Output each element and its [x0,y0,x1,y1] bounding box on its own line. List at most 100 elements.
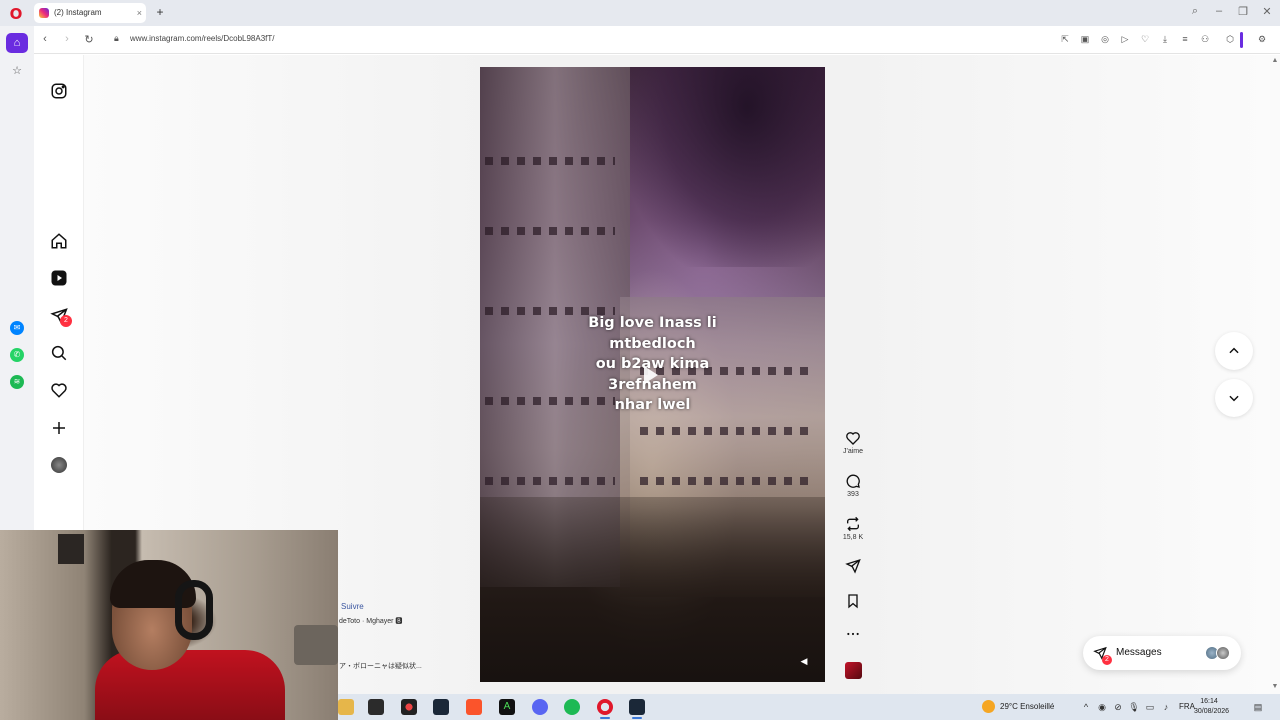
easy-setup-icon[interactable]: ⚙ [1256,33,1268,45]
save-action[interactable] [838,593,868,609]
scroll-up-icon[interactable]: ▲ [1270,57,1280,64]
play-icon[interactable] [644,366,658,384]
like-label: J'aime [842,448,863,455]
scrollbar[interactable]: ▲ ▼ [1270,55,1280,694]
create-nav-icon[interactable] [50,419,68,437]
video-windows [640,477,810,485]
lock-icon[interactable]: 🔒︎ [114,33,119,44]
notifications-icon[interactable]: ▤ [1252,701,1264,713]
reload-button[interactable]: ↻ [82,33,96,46]
video-windows [485,227,615,235]
profile-icon[interactable]: ⚇ [1199,33,1211,45]
address-bar: ‹ › ↻ 🔒︎ www.instagram.com/reels/DcobL98… [34,26,1280,54]
repost-action[interactable]: 15,8 K [838,516,868,541]
heart-icon[interactable]: ♡ [1139,33,1151,45]
home-nav-icon[interactable] [50,232,68,250]
back-button[interactable]: ‹ [38,33,52,45]
share-action[interactable] [838,558,868,574]
sidebar-toggle-indicator [1240,32,1243,48]
volume-icon[interactable]: ♪ [1160,701,1172,713]
video-windows [485,477,615,485]
new-tab-button[interactable]: + [153,5,167,19]
calculator-icon[interactable] [368,699,384,715]
microphone-icon[interactable]: 🎙︎ [1128,701,1140,713]
opera-logo-icon[interactable]: O [8,6,24,22]
menu-icon[interactable]: ≡ [1179,33,1191,45]
next-reel-button[interactable] [1215,379,1253,417]
app-a-icon[interactable]: A [499,699,515,715]
clock[interactable]: 16:14 30/08/2026 [1194,697,1230,717]
obs-icon[interactable] [401,699,417,715]
reel-video[interactable]: Big love Inass li mtbedloch ou b2aw kima… [480,67,825,682]
instagram-favicon-icon [39,8,49,18]
reel-caption: Big love Inass li mtbedloch ou b2aw kima… [588,315,717,413]
repost-icon [847,516,859,532]
language-indicator[interactable]: FRA [1179,702,1195,711]
steam-running-icon[interactable] [629,699,645,715]
video-windows [485,157,615,165]
author-text: deToto · Mghayer 🅱 [339,618,403,625]
webcam-background-object [294,625,338,665]
screen: O (2) Instagram × + ⌕ – ❐ ✕ ‹ › ↻ 🔒︎ www… [0,0,1280,720]
home-icon[interactable]: ⌂ [6,33,28,53]
tab-instagram[interactable]: (2) Instagram × [34,3,146,23]
close-window-icon[interactable]: ✕ [1257,5,1277,18]
download-icon[interactable]: ⤓ [1159,33,1171,45]
tray-chevron-icon[interactable]: ^ [1080,701,1092,713]
camera-icon[interactable]: ▣ [1079,33,1091,45]
star-icon[interactable]: ☆ [10,64,24,78]
restore-icon[interactable]: ❐ [1233,5,1253,18]
search-tabs-icon[interactable]: ⌕ [1185,5,1205,18]
tray-icon[interactable]: ◉ [1096,701,1108,713]
webcam-overlay [0,530,338,720]
forward-button[interactable]: › [60,33,74,45]
like-action[interactable]: J'aime [838,430,868,455]
more-options-action[interactable] [838,626,868,642]
search-nav-icon[interactable] [50,344,68,362]
share-icon[interactable]: ⇱ [1059,33,1071,45]
japanese-text: ア・ボローニャは疑似状... [339,663,422,670]
comment-action[interactable]: 393 [838,473,868,498]
steam-icon[interactable] [433,699,449,715]
webcam-poster [58,534,84,564]
instagram-nav: 2 [34,55,84,530]
heart-nav-icon[interactable] [50,381,68,399]
instagram-logo-icon[interactable] [50,82,68,100]
sun-icon[interactable] [982,700,995,713]
volume-icon[interactable]: ◀︎ [798,655,810,667]
active-app-indicator [632,717,642,719]
minimize-icon[interactable]: – [1209,5,1229,17]
url-field[interactable]: www.instagram.com/reels/DcobL98A3fT/ [130,34,275,43]
play-icon[interactable]: ▷ [1119,33,1131,45]
webcam-headset [175,580,213,640]
brave-icon[interactable] [466,699,482,715]
network-icon[interactable]: ▭ [1144,701,1156,713]
weather-text[interactable]: 29°C Ensoleillé [1000,702,1054,711]
file-explorer-icon[interactable] [338,699,354,715]
vpn-icon[interactable]: ◎ [1099,33,1111,45]
tray-icon[interactable]: ⊘ [1112,701,1124,713]
date-text: 30/08/2026 [1194,708,1230,715]
notification-badge: 2 [60,315,72,327]
messages-button[interactable]: 2 Messages [1083,636,1241,670]
taskbar: A 29°C Ensoleillé ^ ◉ ⊘ 🎙︎ ▭ ♪ FRA 16:14… [338,694,1280,720]
discord-icon[interactable] [532,699,548,715]
reels-nav-icon[interactable] [50,269,68,287]
active-app-indicator [600,717,610,719]
spotify-icon[interactable]: ≋ [10,375,24,389]
profile-avatar[interactable] [51,457,67,473]
whatsapp-icon[interactable]: ✆ [10,348,24,362]
extensions-icon[interactable]: ⬡ [1224,33,1236,45]
previous-reel-button[interactable] [1215,332,1253,370]
chevron-down-icon [1229,395,1239,402]
opera-taskbar-icon[interactable] [597,699,613,715]
time-text: 16:14 [1200,698,1218,705]
tab-close-icon[interactable]: × [137,3,142,23]
follow-link[interactable]: Suivre [341,602,364,611]
tab-title: (2) Instagram [54,8,102,17]
messenger-icon[interactable]: ✉ [10,321,24,335]
audio-thumbnail[interactable] [845,662,862,679]
scroll-down-icon[interactable]: ▼ [1270,683,1280,690]
avatar [1216,646,1230,660]
spotify-taskbar-icon[interactable] [564,699,580,715]
